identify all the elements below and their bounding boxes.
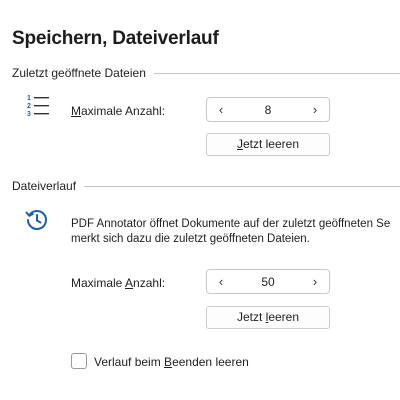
svg-text:2: 2 [27, 103, 31, 110]
history-clock-icon [24, 207, 50, 238]
increment-button[interactable]: › [301, 274, 329, 289]
history-max-value[interactable]: 50 [235, 275, 301, 289]
history-description-line-2: merkt sich dazu die zuletzt geöffneten D… [71, 233, 310, 245]
page-title: Speichern, Dateiverlauf [12, 28, 219, 49]
history-max-stepper[interactable]: ‹ 50 › [206, 269, 330, 294]
numbered-list-icon: 1 2 3 [26, 93, 52, 124]
recent-files-header-label: Zuletzt geöffnete Dateien [12, 66, 146, 80]
increment-button[interactable]: › [301, 102, 329, 117]
recent-files-clear-button[interactable]: Jetzt leeren [206, 133, 330, 156]
history-section-header: Dateiverlauf [12, 179, 400, 193]
recent-files-max-stepper[interactable]: ‹ 8 › [206, 97, 330, 122]
svg-text:1: 1 [27, 95, 31, 102]
section-divider [153, 72, 400, 74]
clear-history-on-exit-label[interactable]: Verlauf beim Beenden leeren [94, 355, 249, 369]
clear-history-on-exit-checkbox[interactable] [71, 353, 87, 369]
svg-text:3: 3 [27, 111, 31, 118]
decrement-button[interactable]: ‹ [207, 274, 235, 289]
recent-files-section-header: Zuletzt geöffnete Dateien [12, 66, 400, 80]
history-clear-button[interactable]: Jetzt leeren [206, 306, 330, 329]
history-max-label: Maximale Anzahl: [71, 276, 166, 290]
history-description-line-1: PDF Annotator öffnet Dokumente auf der z… [71, 218, 391, 230]
history-header-label: Dateiverlauf [12, 179, 77, 193]
settings-page: Speichern, Dateiverlauf Zuletzt geöffnet… [0, 0, 400, 400]
section-divider [84, 185, 400, 187]
decrement-button[interactable]: ‹ [207, 102, 235, 117]
recent-files-max-value[interactable]: 8 [235, 103, 301, 117]
recent-files-max-label: Maximale Anzahl: [71, 104, 166, 118]
history-description: PDF Annotator öffnet Dokumente auf der z… [71, 217, 400, 247]
